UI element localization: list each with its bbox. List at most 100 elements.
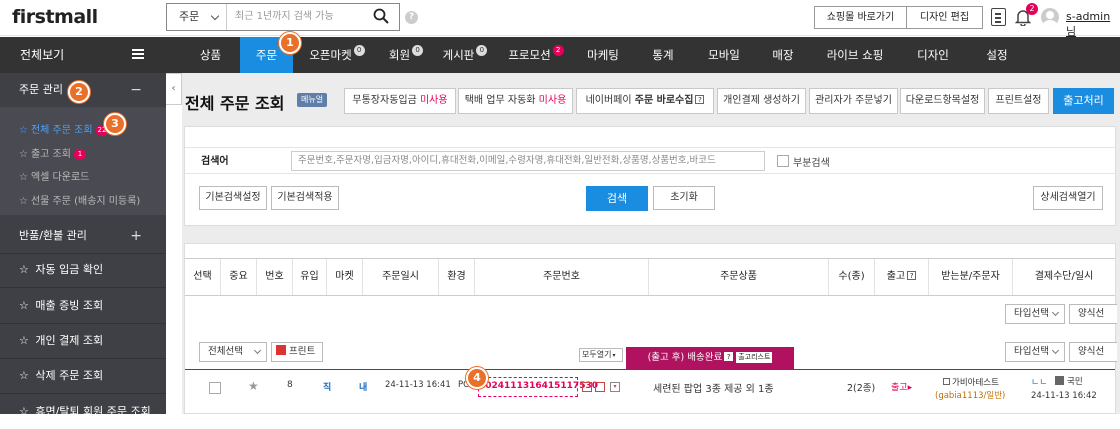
sidebar-link-all-orders[interactable]: ☆ 전체 주문 조회 22 — [19, 121, 109, 136]
ship-list-tag[interactable]: 출고리스트 — [736, 352, 773, 363]
sidebar-item-sales-proof[interactable]: ☆ 매출 증빙 조회 — [0, 289, 166, 323]
store-shortcut-button[interactable]: 쇼핑몰 바로가기 — [814, 6, 907, 29]
row-ship-link[interactable]: 출고▸ — [891, 380, 912, 393]
nav-tab-promotion[interactable]: 프로모션 2 — [502, 37, 570, 73]
order-detail-icon[interactable] — [582, 382, 592, 392]
sidebar-submenu: ☆ 전체 주문 조회 22 ☆ 출고 조회 1 ☆ 엑셀 다운로드 ☆ 선물 주문 (배송지… — [0, 107, 166, 215]
sidebar-group-label: 주문 관리 — [19, 83, 63, 96]
nav-tab-openmarket[interactable]: 오픈마켓 0 — [300, 37, 374, 73]
nav-tab-live[interactable]: 라이브 쇼핑 — [816, 37, 894, 73]
type-select-top[interactable]: 타입선택 — [1005, 304, 1065, 324]
star-icon: ☆ — [19, 172, 28, 183]
basic-search-apply-button[interactable]: 기본검색적용 — [271, 186, 339, 210]
select-all-dropdown[interactable]: 전체선택 — [199, 342, 267, 362]
order-popup-icon[interactable] — [595, 382, 605, 392]
manual-badge[interactable]: 메뉴얼 — [297, 93, 328, 107]
keyword-input[interactable]: 주문번호,주문자명,입금자명,아이디,휴대전화,이메일,수령자명,휴대전화,일반… — [291, 151, 765, 171]
user-link[interactable]: s-admin님 — [1066, 10, 1120, 39]
form-select-top[interactable]: 양식선 — [1069, 304, 1117, 324]
form-select-bottom[interactable]: 양식선 — [1069, 342, 1117, 362]
ship-process-button[interactable]: 출고처리 — [1053, 88, 1114, 114]
nav-tab-product[interactable]: 상품 — [182, 37, 239, 73]
sidebar-collapse-toggle[interactable]: ‹ — [166, 73, 182, 105]
col-product: 주문상품 — [649, 259, 829, 295]
admin-add-order-button[interactable]: 관리자가 주문넣기 — [809, 88, 898, 114]
nav-tab-settings[interactable]: 설정 — [972, 37, 1022, 73]
basic-search-setting-button[interactable]: 기본검색설정 — [199, 186, 267, 210]
expand-all-select[interactable]: 모두열기▾ — [579, 348, 623, 362]
help-icon[interactable]: ? — [907, 271, 917, 280]
important-star-icon[interactable]: ★ — [248, 379, 259, 393]
sidebar-group-return[interactable]: 반품/환불 관리 + — [0, 219, 166, 253]
print-button[interactable]: 프린트 — [271, 342, 323, 362]
nav-badge: 0 — [353, 45, 365, 56]
help-icon: ? — [695, 95, 705, 104]
status-text: 미사용 — [538, 95, 567, 106]
step-marker-4: 4 — [466, 367, 488, 389]
sidebar-item-auto-deposit[interactable]: ☆ 자동 입금 확인 — [0, 253, 166, 287]
detail-search-button[interactable]: 상세검색열기 — [1033, 186, 1103, 210]
nav-tab-label: 설정 — [986, 48, 1008, 62]
help-icon[interactable]: ? — [724, 352, 734, 361]
sidebar-group-label: 반품/환불 관리 — [19, 229, 87, 242]
section-label: (출고 후) 배송완료 — [647, 352, 723, 363]
auto-deposit-button[interactable]: 무통장자동입금 미사용 — [344, 88, 456, 114]
row-product[interactable]: 세련된 팝업 3종 제공 외 1종 — [653, 380, 774, 395]
col-important: 중요 — [221, 259, 257, 295]
help-icon[interactable]: ? — [405, 11, 418, 24]
logo[interactable]: firstmall — [12, 6, 98, 28]
nav-tab-store[interactable]: 매장 — [760, 37, 806, 73]
print-settings-button[interactable]: 프린트설정 — [988, 88, 1049, 114]
create-private-pay-button[interactable]: 개인결제 생성하기 — [717, 88, 806, 114]
avatar[interactable] — [1041, 8, 1059, 26]
nav-all-menu[interactable]: 전체보기 — [0, 37, 166, 73]
naverpay-collect-button[interactable]: 네이버페이 주문 바로수집? — [576, 88, 714, 114]
type-select-bottom[interactable]: 타입선택 — [1005, 342, 1065, 362]
sidebar-link-shipment[interactable]: ☆ 출고 조회 1 — [19, 145, 86, 160]
triangle-down-icon: ▾ — [612, 352, 616, 359]
status-text: 미사용 — [419, 95, 448, 106]
action-label: 택배 업무 자동화 — [464, 95, 536, 106]
action-bold-label: 주문 바로수집 — [634, 95, 694, 106]
row-orderer[interactable]: (gabia1113/일반) — [935, 389, 1005, 401]
order-number-link[interactable]: 2024111316415117530 — [478, 377, 598, 397]
nav-tab-label: 디자인 — [917, 48, 949, 62]
search-icon[interactable] — [373, 8, 389, 24]
nav-tab-member[interactable]: 회원 0 — [380, 37, 432, 73]
nav-tab-mobile[interactable]: 모바일 — [697, 37, 751, 73]
search-button[interactable]: 검색 — [586, 186, 648, 211]
sidebar-item-dormant-orders[interactable]: ☆ 휴면/탈퇴 회원 주문 조회 — [0, 395, 166, 429]
row-receiver: 가비아테스트 — [943, 376, 999, 388]
sidebar-link-excel[interactable]: ☆ 엑셀 다운로드 — [19, 168, 89, 183]
step-marker-1: 1 — [279, 32, 301, 54]
download-settings-button[interactable]: 다운로드항목설정 — [900, 88, 985, 114]
nav-tab-board[interactable]: 게시판 0 — [437, 37, 493, 73]
chevron-left-icon: ‹ — [171, 83, 176, 94]
nav-tab-stats[interactable]: 통계 — [640, 37, 686, 73]
col-order-date: 주문일시 — [363, 259, 439, 295]
sidebar-item-label: 매출 증빙 조회 — [35, 299, 104, 312]
row-checkbox[interactable] — [209, 382, 221, 394]
divider — [185, 173, 1115, 174]
reset-button[interactable]: 초기화 — [653, 186, 715, 210]
sidebar-item-deleted-orders[interactable]: ☆ 삭제 주문 조회 — [0, 359, 166, 393]
select-label: 전체선택 — [208, 346, 243, 357]
partial-search-checkbox[interactable] — [777, 155, 789, 167]
nav-tab-design[interactable]: 디자인 — [906, 37, 960, 73]
step-marker-3: 3 — [104, 113, 126, 135]
search-input[interactable]: 최근 1년까지 검색 가능 — [235, 4, 334, 30]
sidebar-item-label: 휴면/탈퇴 회원 주문 조회 — [35, 405, 151, 418]
sidebar-link-gift[interactable]: ☆ 선물 주문 (배송지 미등록) — [19, 192, 140, 207]
delivery-automation-button[interactable]: 택배 업무 자동화 미사용 — [458, 88, 573, 114]
document-icon[interactable] — [991, 8, 1006, 26]
design-edit-button[interactable]: 디자인 편집 — [906, 6, 983, 29]
nav-tab-label: 주문 — [255, 48, 278, 62]
nav-tab-marketing[interactable]: 마케팅 — [578, 37, 628, 73]
col-market: 마켓 — [327, 259, 363, 295]
select-label: 양식선 — [1078, 308, 1105, 319]
sidebar-item-label: 개인 결제 조회 — [35, 334, 104, 347]
nav-tab-label: 프로모션 — [508, 48, 551, 62]
row-expand-icon[interactable]: ▾ — [610, 382, 620, 392]
search-scope-select[interactable]: 주문 — [167, 4, 227, 30]
sidebar-item-private-pay[interactable]: ☆ 개인 결제 조회 — [0, 324, 166, 358]
